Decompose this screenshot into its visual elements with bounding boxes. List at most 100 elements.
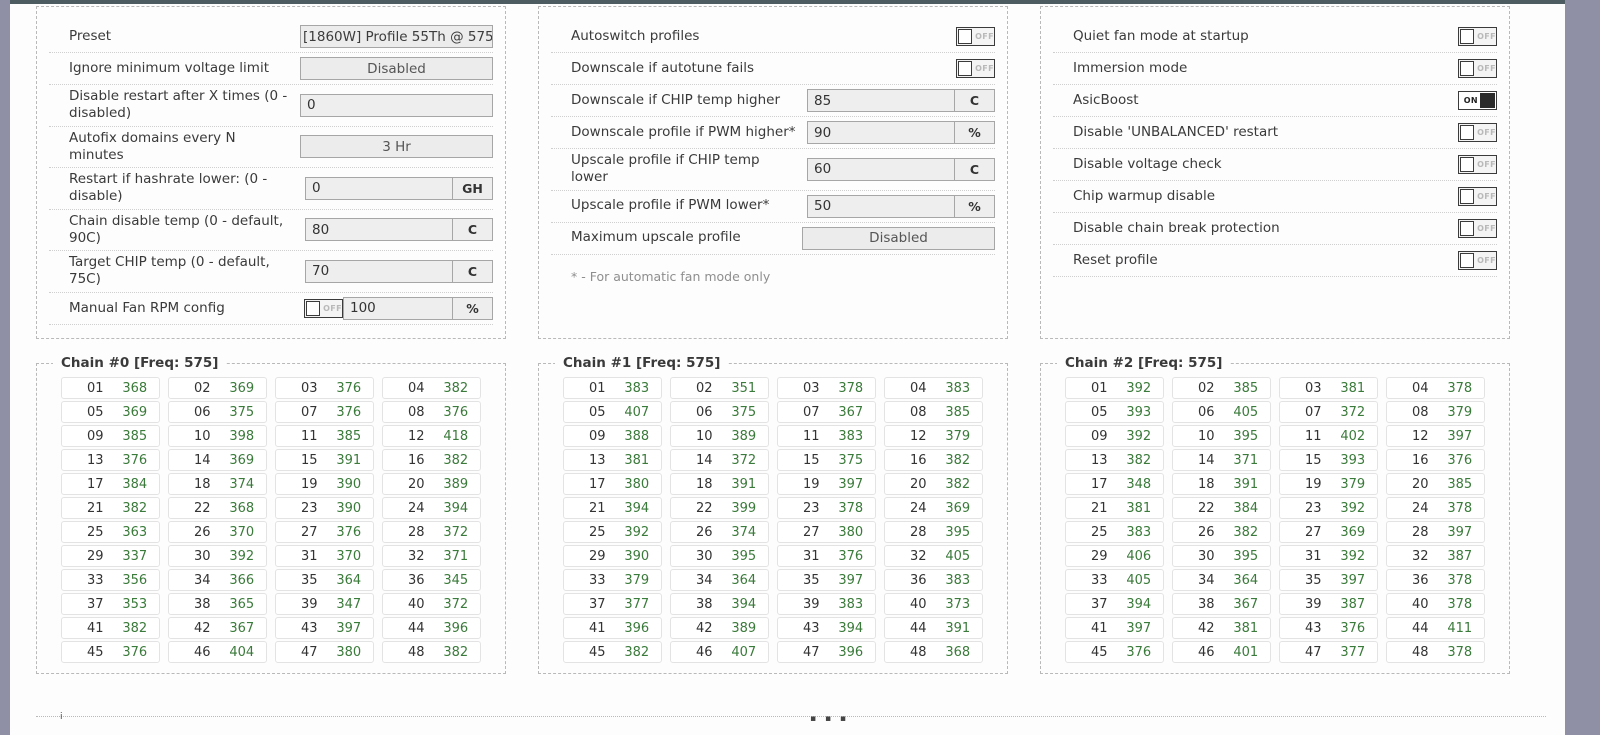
toggle-knob bbox=[1480, 93, 1495, 108]
chip-value: 405 bbox=[945, 548, 971, 564]
setting-control: 0 GH bbox=[305, 176, 493, 200]
chip-value: 371 bbox=[1233, 452, 1259, 468]
chip-value: 397 bbox=[336, 620, 362, 636]
chip-value: 380 bbox=[336, 644, 362, 660]
setting-label: Chip warmup disable bbox=[1073, 187, 1216, 204]
toggle-input-group: OFF 100% bbox=[304, 296, 493, 320]
chip-value: 389 bbox=[731, 428, 757, 444]
toggle-chip-warmup-disable[interactable]: OFF bbox=[1458, 187, 1497, 206]
setting-label: Manual Fan RPM config bbox=[69, 299, 225, 316]
chip-value: 378 bbox=[838, 380, 864, 396]
chip-value: 407 bbox=[624, 404, 650, 420]
toggle-disable-voltage-check[interactable]: OFF bbox=[1458, 155, 1497, 174]
chip-value: 379 bbox=[1340, 476, 1366, 492]
chip-value: 393 bbox=[1340, 452, 1366, 468]
toggle-reset-profile[interactable]: OFF bbox=[1458, 251, 1497, 270]
chip-cell: 29 406 bbox=[1065, 545, 1164, 567]
chip-cell: 18 374 bbox=[168, 473, 267, 495]
chip-cell: 15 393 bbox=[1279, 449, 1378, 471]
input-downscale-if-chip-temp-higher[interactable]: 85 bbox=[807, 89, 955, 112]
chip-index: 10 bbox=[193, 428, 211, 444]
chip-cell: 30 392 bbox=[168, 545, 267, 567]
chip-value: 383 bbox=[838, 596, 864, 612]
chip-index: 02 bbox=[193, 380, 211, 396]
chip-value: 387 bbox=[1340, 596, 1366, 612]
chip-cell: 12 397 bbox=[1386, 425, 1485, 447]
chip-value: 364 bbox=[336, 572, 362, 588]
chip-index: 25 bbox=[1090, 524, 1108, 540]
toggle-disable-chain-break-protection[interactable]: OFF bbox=[1458, 219, 1497, 238]
chip-value: 390 bbox=[336, 500, 362, 516]
chip-cell: 21 381 bbox=[1065, 497, 1164, 519]
input-target-chip-temp-0-default-75c[interactable]: 70 bbox=[305, 259, 453, 283]
chip-index: 19 bbox=[1304, 476, 1322, 492]
chip-index: 37 bbox=[86, 596, 104, 612]
chip-value: 382 bbox=[443, 452, 469, 468]
chip-index: 42 bbox=[1197, 620, 1215, 636]
toggle-disable-unbalanced-restart[interactable]: OFF bbox=[1458, 123, 1497, 142]
setting-label: Downscale if CHIP temp higher bbox=[571, 91, 781, 108]
chip-cell: 33 356 bbox=[61, 569, 160, 591]
chip-value: 378 bbox=[1447, 572, 1473, 588]
select-ignore-minimum-voltage-limit[interactable]: Disabled bbox=[300, 57, 493, 80]
toggle-quiet-fan-mode-at-startup[interactable]: OFF bbox=[1458, 27, 1497, 46]
chip-index: 20 bbox=[1411, 476, 1429, 492]
chip-cell: 19 390 bbox=[275, 473, 374, 495]
chip-value: 372 bbox=[1340, 404, 1366, 420]
toggle-asicboost[interactable]: ON bbox=[1458, 91, 1497, 110]
chip-index: 33 bbox=[1090, 572, 1108, 588]
chip-index: 21 bbox=[86, 500, 104, 516]
input-downscale-profile-if-pwm-higher[interactable]: 90 bbox=[807, 121, 955, 144]
toggle-knob bbox=[1460, 189, 1475, 204]
chip-cell: 30 395 bbox=[670, 545, 769, 567]
toggle-knob bbox=[958, 29, 973, 44]
chip-cell: 14 369 bbox=[168, 449, 267, 471]
chip-index: 29 bbox=[588, 548, 606, 564]
chip-index: 02 bbox=[695, 380, 713, 396]
select-autofix-domains-every-n-minutes[interactable]: 3 Hr bbox=[300, 135, 493, 159]
chip-cell: 01 392 bbox=[1065, 377, 1164, 399]
toggle-state-label: OFF bbox=[975, 64, 994, 73]
chip-cell: 43 394 bbox=[777, 617, 876, 639]
chip-value: 396 bbox=[443, 620, 469, 636]
input-upscale-profile-if-pwm-lower[interactable]: 50 bbox=[807, 194, 955, 218]
chip-index: 08 bbox=[407, 404, 425, 420]
chip-index: 09 bbox=[86, 428, 104, 444]
unit-label-chain-disable-temp-0-default-90c: C bbox=[453, 218, 493, 242]
select-preset[interactable]: [1860W] Profile 55Th @ 575 bbox=[300, 25, 493, 48]
chip-cell: 21 394 bbox=[563, 497, 662, 519]
chip-value: 376 bbox=[336, 524, 362, 540]
chip-index: 22 bbox=[1197, 500, 1215, 516]
chip-cell: 46 407 bbox=[670, 641, 769, 663]
select-maximum-upscale-profile[interactable]: Disabled bbox=[802, 226, 995, 250]
toggle-state-label: ON bbox=[1463, 96, 1478, 105]
setting-label: Restart if hashrate lower: (0 - disable) bbox=[69, 171, 268, 205]
chip-index: 35 bbox=[802, 572, 820, 588]
chip-value: 345 bbox=[443, 572, 469, 588]
toggle-autoswitch-profiles[interactable]: OFF bbox=[956, 27, 995, 46]
chip-cell: 46 404 bbox=[168, 641, 267, 663]
input-chain-disable-temp-0-default-90c[interactable]: 80 bbox=[305, 218, 453, 242]
chip-cell: 48 382 bbox=[382, 641, 481, 663]
input-restart-if-hashrate-lower-0-disable[interactable]: 0 bbox=[305, 176, 453, 200]
toggle-downscale-if-autotune-fails[interactable]: OFF bbox=[956, 59, 995, 78]
setting-label: AsicBoost bbox=[1073, 91, 1139, 108]
setting-row-upscale-profile-if-chip-temp-lower: Upscale profile if CHIP temp lower 60 C bbox=[551, 149, 995, 191]
chain-title-2: Chain #2 [Freq: 575] bbox=[1065, 355, 1223, 371]
toggle-immersion-mode[interactable]: OFF bbox=[1458, 59, 1497, 78]
chip-value: 376 bbox=[443, 404, 469, 420]
input-upscale-profile-if-chip-temp-lower[interactable]: 60 bbox=[807, 157, 955, 181]
chip-value: 382 bbox=[122, 500, 148, 516]
chain-grid-0: 01 368 02 369 03 376 04 382 05 369 06 375 07 376 08 376… bbox=[45, 375, 497, 663]
chip-value: 407 bbox=[731, 644, 757, 660]
toggle-manual-fan-rpm-config[interactable]: OFF bbox=[304, 298, 343, 318]
setting-row-quiet-fan-mode-at-startup: Quiet fan mode at startup OFF bbox=[1053, 21, 1497, 53]
input-manual-fan-rpm-config[interactable]: 100 bbox=[343, 296, 453, 320]
chip-value: 381 bbox=[1126, 500, 1152, 516]
input-disable-restart-after-x-times-0-disabled[interactable]: 0 bbox=[300, 93, 493, 117]
chip-cell: 24 394 bbox=[382, 497, 481, 519]
chip-cell: 44 391 bbox=[884, 617, 983, 639]
setting-row-upscale-profile-if-pwm-lower: Upscale profile if PWM lower* 50% bbox=[551, 191, 995, 223]
chip-index: 30 bbox=[193, 548, 211, 564]
setting-label: Disable restart after X times (0 - disab… bbox=[69, 88, 288, 122]
